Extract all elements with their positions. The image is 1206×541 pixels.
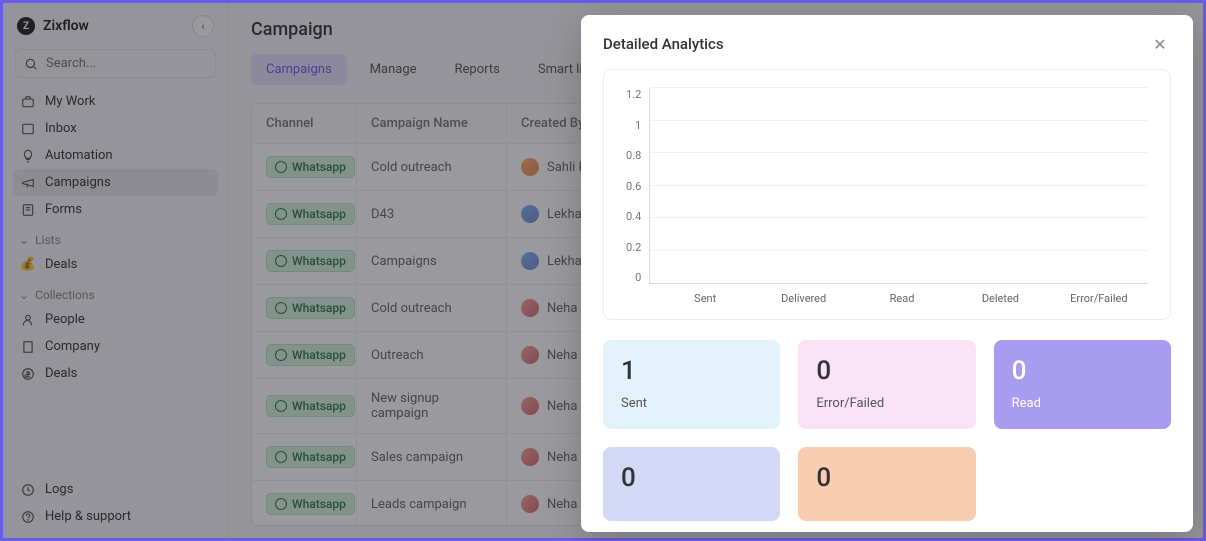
stat-label: Sent bbox=[621, 396, 762, 411]
stat-value: 1 bbox=[621, 356, 762, 386]
stat-value: 0 bbox=[816, 356, 957, 386]
x-tick: Deleted bbox=[951, 284, 1049, 305]
stat-cards: 1 Sent 0 Error/Failed 0 Read 0 0 bbox=[603, 340, 1171, 521]
y-tick: 0.8 bbox=[626, 149, 641, 162]
chart-x-axis: SentDeliveredReadDeletedError/Failed bbox=[656, 284, 1148, 305]
y-tick: 0.2 bbox=[626, 241, 641, 254]
stat-sent[interactable]: 1 Sent bbox=[603, 340, 780, 429]
close-button[interactable]: ✕ bbox=[1149, 33, 1171, 55]
stat-value: 0 bbox=[1012, 356, 1153, 386]
y-tick: 1.2 bbox=[626, 88, 641, 101]
y-tick: 0 bbox=[635, 271, 641, 284]
chart-plot-area bbox=[649, 88, 1148, 284]
x-tick: Read bbox=[853, 284, 951, 305]
stat-value: 0 bbox=[621, 463, 762, 493]
stat-card-5[interactable]: 0 bbox=[798, 447, 975, 521]
x-tick: Error/Failed bbox=[1050, 284, 1148, 305]
x-tick: Delivered bbox=[754, 284, 852, 305]
chart-y-axis: 1.2 1 0.8 0.6 0.4 0.2 0 bbox=[626, 88, 649, 284]
stat-value: 0 bbox=[816, 463, 957, 493]
stat-read[interactable]: 0 Read bbox=[994, 340, 1171, 429]
x-tick: Sent bbox=[656, 284, 754, 305]
stat-label: Error/Failed bbox=[816, 396, 957, 411]
stat-error-failed[interactable]: 0 Error/Failed bbox=[798, 340, 975, 429]
modal-title: Detailed Analytics bbox=[603, 35, 724, 53]
stat-card-4[interactable]: 0 bbox=[603, 447, 780, 521]
stat-label: Read bbox=[1012, 396, 1153, 411]
detailed-analytics-modal: Detailed Analytics ✕ 1.2 1 0.8 0.6 0.4 0.2 0 S… bbox=[581, 15, 1193, 532]
analytics-chart: 1.2 1 0.8 0.6 0.4 0.2 0 SentDeliveredReadDelet… bbox=[603, 69, 1171, 320]
y-tick: 1 bbox=[635, 119, 641, 132]
y-tick: 0.4 bbox=[626, 210, 641, 223]
y-tick: 0.6 bbox=[626, 180, 641, 193]
close-icon: ✕ bbox=[1153, 35, 1166, 54]
